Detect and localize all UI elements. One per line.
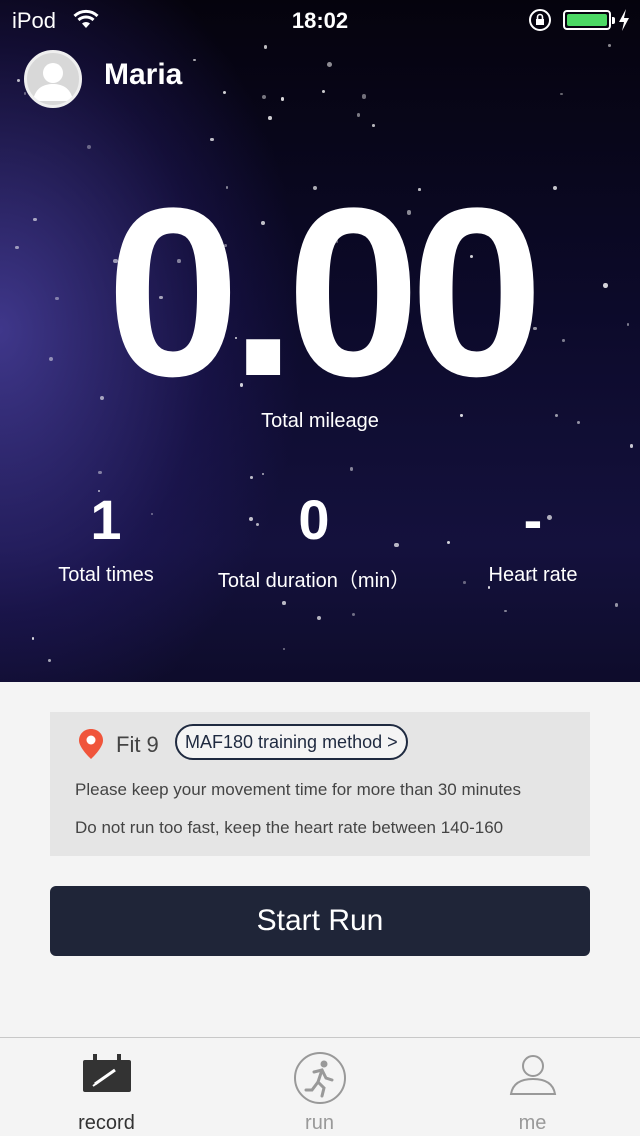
star <box>210 137 214 142</box>
total-duration-label: Total duration（min） <box>217 570 411 592</box>
tab-record-label: record <box>78 1112 135 1134</box>
star <box>280 96 285 101</box>
stats-hero: iPod 18:02 Maria 0.00 Total mileage 1 To… <box>0 0 640 682</box>
user-name[interactable]: Maria <box>104 58 182 92</box>
star <box>222 90 226 94</box>
training-tip-card: Fit 9 MAF180 training method > Please ke… <box>50 712 590 856</box>
star <box>86 144 92 150</box>
total-times-stat: 1 Total times <box>0 488 216 587</box>
star <box>629 443 634 448</box>
star <box>282 647 285 651</box>
run-icon <box>292 1050 348 1111</box>
start-run-button[interactable]: Start Run <box>50 886 590 956</box>
star <box>560 92 563 95</box>
battery-level <box>567 14 607 26</box>
tab-run[interactable]: run <box>213 1038 426 1136</box>
total-duration-value: 0 <box>298 488 330 551</box>
tab-bar: record run me <box>0 1037 640 1136</box>
avatar[interactable] <box>24 50 82 108</box>
tab-record[interactable]: record <box>0 1038 213 1136</box>
star <box>349 467 354 471</box>
person-icon <box>33 63 73 101</box>
total-times-value: 1 <box>90 488 122 551</box>
tab-me-label: me <box>518 1112 547 1134</box>
star <box>504 610 507 613</box>
heart-rate-label: Heart rate <box>488 564 578 586</box>
star <box>262 473 265 476</box>
star <box>327 62 333 68</box>
star <box>98 470 102 475</box>
star <box>608 44 612 48</box>
star <box>372 123 376 127</box>
star <box>615 603 619 607</box>
star <box>361 94 367 99</box>
tip-line-2: Do not run too fast, keep the heart rate… <box>75 818 504 837</box>
battery-icon <box>563 10 615 30</box>
heart-rate-stat: - Heart rate <box>423 488 640 587</box>
app-screen: iPod 18:02 Maria 0.00 Total mileage 1 To… <box>0 0 640 1136</box>
charging-icon <box>617 8 631 37</box>
star <box>193 58 196 62</box>
record-icon <box>81 1054 133 1099</box>
total-duration-stat: 0 Total duration（min） <box>204 488 424 593</box>
star <box>356 113 361 117</box>
star <box>351 612 356 616</box>
tab-run-label: run <box>305 1112 334 1134</box>
star <box>317 616 322 621</box>
star <box>31 637 35 640</box>
star <box>47 658 52 662</box>
tab-me[interactable]: me <box>426 1038 639 1136</box>
total-mileage-value: 0.00 <box>106 158 543 426</box>
total-mileage-label: Total mileage <box>261 410 379 432</box>
star <box>262 94 267 100</box>
heart-rate-value: - <box>523 488 543 551</box>
total-times-label: Total times <box>58 564 154 586</box>
location-pin-icon <box>78 728 104 765</box>
rotation-lock-icon <box>528 8 552 37</box>
star <box>263 45 268 49</box>
person-icon <box>507 1054 559 1103</box>
status-bar: iPod 18:02 <box>0 0 640 40</box>
training-method-link[interactable]: MAF180 training method > <box>175 724 408 760</box>
star <box>250 476 253 479</box>
star <box>23 92 27 95</box>
fit-level: Fit 9 <box>116 732 159 757</box>
tip-line-1: Please keep your movement time for more … <box>75 780 521 799</box>
star <box>17 78 21 82</box>
star <box>268 116 272 121</box>
star <box>282 601 286 605</box>
star <box>322 89 326 94</box>
